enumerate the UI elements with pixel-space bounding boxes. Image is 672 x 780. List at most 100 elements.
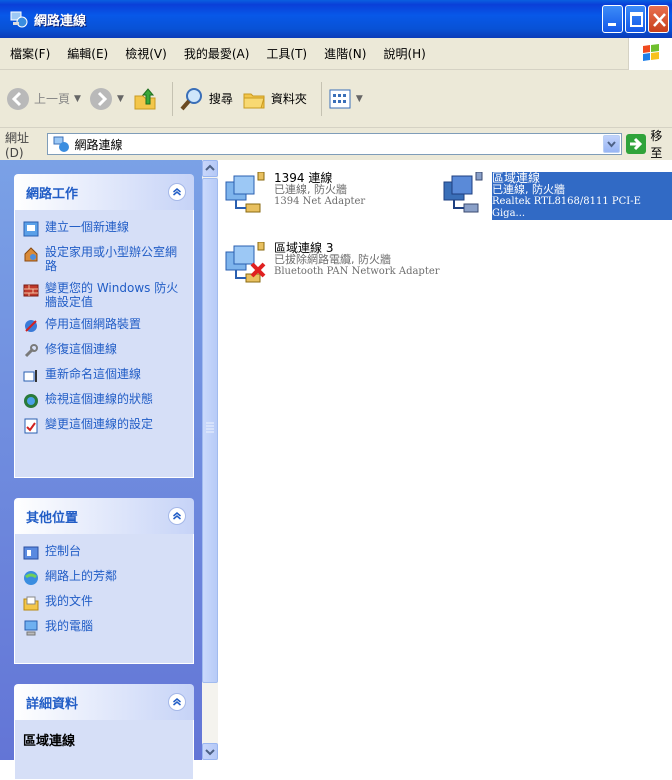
menu-advanced[interactable]: 進階(N): [324, 45, 366, 62]
chevron-down-icon[interactable]: ▼: [117, 94, 124, 104]
maximize-button[interactable]: [625, 5, 646, 33]
task-view-status[interactable]: 檢視這個連線的狀態: [23, 392, 185, 409]
go-arrow-icon: [626, 134, 647, 154]
go-button[interactable]: 移至: [626, 127, 672, 161]
details-header[interactable]: 詳細資料: [14, 684, 194, 720]
task-repair[interactable]: 修復這個連線: [23, 342, 185, 359]
chevron-down-icon[interactable]: ▼: [356, 94, 363, 104]
menu-favorites[interactable]: 我的最愛(A): [184, 45, 250, 62]
my-computer-icon: [23, 620, 39, 636]
connection-adapter: Bluetooth PAN Network Adapter: [274, 266, 440, 277]
search-icon: [180, 87, 202, 110]
task-label: 變更這個連線的設定: [45, 417, 154, 431]
detail-connection-name: 區域連線: [23, 734, 76, 749]
place-my-documents[interactable]: 我的文件: [23, 594, 185, 611]
up-folder-button[interactable]: [132, 86, 158, 112]
network-tasks-section: 網路工作 建立一個新連線 設定家用或小型辦公室網路 變更您的 Windows 防…: [14, 174, 194, 478]
search-button[interactable]: 搜尋: [179, 86, 233, 112]
network-connections-icon: [53, 136, 70, 152]
place-network-places[interactable]: 網路上的芳鄰: [23, 569, 185, 586]
connection-item-1394[interactable]: 1394 連線 已連線, 防火牆 1394 Net Adapter: [222, 171, 365, 216]
place-my-computer[interactable]: 我的電腦: [23, 619, 185, 636]
place-label: 網路上的芳鄰: [45, 569, 118, 583]
place-label: 控制台: [45, 544, 82, 558]
scroll-up-button[interactable]: [202, 160, 218, 177]
connection-item-lan[interactable]: 區域連線 已連線, 防火牆 Realtek RTL8168/8111 PCI-E…: [440, 171, 672, 220]
scroll-thumb[interactable]: [202, 178, 218, 683]
new-connection-icon: [23, 221, 39, 237]
address-dropdown-button[interactable]: [603, 135, 621, 153]
menu-view[interactable]: 檢視(V): [125, 45, 167, 62]
place-control-panel[interactable]: 控制台: [23, 544, 185, 561]
search-label: 搜尋: [208, 92, 233, 106]
go-label: 移至: [650, 129, 663, 160]
connection-adapter: 1394 Net Adapter: [274, 196, 366, 207]
connection-adapter: Realtek RTL8168/8111 PCI-E Giga...: [492, 196, 641, 219]
views-icon: [329, 89, 351, 108]
connection-item-lan-3[interactable]: 區域連線 3 已拔除網路電纜, 防火牆 Bluetooth PAN Networ…: [222, 241, 440, 286]
address-label: 網址(D): [5, 130, 30, 160]
toolbar: 上一頁 ▼ ▼ 搜尋 資料夾 ▼: [0, 70, 672, 128]
network-connection-disconnected-icon: [222, 241, 272, 286]
folders-button[interactable]: 資料夾: [241, 86, 307, 112]
collapse-chevron-icon[interactable]: [168, 693, 186, 711]
menu-help[interactable]: 說明(H): [383, 45, 425, 62]
menu-tools[interactable]: 工具(T): [266, 45, 307, 62]
section-title: 網路工作: [26, 186, 79, 202]
back-arrow-icon: [7, 87, 29, 110]
section-title: 詳細資料: [26, 696, 79, 712]
back-button[interactable]: 上一頁 ▼: [6, 87, 81, 111]
forward-arrow-icon: [89, 87, 112, 110]
task-new-connection[interactable]: 建立一個新連線: [23, 220, 185, 237]
repair-icon: [23, 343, 39, 359]
details-body: 區域連線: [14, 720, 194, 780]
scroll-down-button[interactable]: [202, 743, 218, 760]
menu-bar: 檔案(F) 編輯(E) 檢視(V) 我的最愛(A) 工具(T) 進階(N) 說明…: [0, 38, 672, 70]
section-title: 其他位置: [26, 510, 79, 526]
toolbar-separator: [171, 81, 173, 116]
connections-view: 1394 連線 已連線, 防火牆 1394 Net Adapter 區域連線 已…: [218, 160, 672, 760]
close-button[interactable]: [648, 5, 669, 33]
task-firewall[interactable]: 變更您的 Windows 防火牆設定值: [23, 281, 185, 309]
folders-icon: [243, 93, 265, 108]
network-connection-icon: [222, 171, 272, 216]
task-rename[interactable]: 重新命名這個連線: [23, 367, 185, 384]
connection-details: 區域連線 3 已拔除網路電纜, 防火牆 Bluetooth PAN Networ…: [274, 242, 440, 278]
menu-file[interactable]: 檔案(F): [10, 45, 50, 62]
connection-details: 區域連線 已連線, 防火牆 Realtek RTL8168/8111 PCI-E…: [492, 172, 672, 220]
task-label: 停用這個網路裝置: [45, 317, 142, 331]
connection-details: 1394 連線 已連線, 防火牆 1394 Net Adapter: [274, 172, 365, 208]
rename-icon: [23, 368, 39, 384]
address-value: 網路連線: [74, 137, 123, 152]
task-change-settings[interactable]: 變更這個連線的設定: [23, 417, 185, 434]
address-input[interactable]: 網路連線: [47, 133, 623, 155]
toolbar-separator: [320, 81, 322, 116]
task-home-network[interactable]: 設定家用或小型辦公室網路: [23, 245, 185, 273]
vertical-scrollbar[interactable]: [202, 160, 218, 760]
collapse-chevron-icon[interactable]: [168, 183, 186, 201]
views-button[interactable]: ▼: [328, 87, 363, 111]
minimize-button[interactable]: [602, 5, 623, 33]
task-label: 修復這個連線: [45, 342, 118, 356]
chevron-down-icon[interactable]: ▼: [74, 94, 81, 104]
title-bar: 網路連線: [0, 0, 672, 38]
my-documents-icon: [23, 595, 39, 611]
connection-status: 已連線, 防火牆: [274, 183, 347, 196]
details-section: 詳細資料 區域連線: [14, 684, 194, 780]
back-label: 上一頁: [34, 92, 71, 106]
task-disable-device[interactable]: 停用這個網路裝置: [23, 317, 185, 334]
other-places-header[interactable]: 其他位置: [14, 498, 194, 534]
other-places-section: 其他位置 控制台 網路上的芳鄰 我的文件 我的電腦: [14, 498, 194, 664]
task-pane: 網路工作 建立一個新連線 設定家用或小型辦公室網路 變更您的 Windows 防…: [0, 160, 202, 780]
task-label: 設定家用或小型辦公室網路: [45, 245, 178, 273]
menu-edit[interactable]: 編輯(E): [67, 45, 108, 62]
collapse-chevron-icon[interactable]: [168, 507, 186, 525]
task-label: 建立一個新連線: [45, 220, 130, 234]
settings-icon: [23, 418, 39, 434]
status-icon: [23, 393, 39, 409]
task-label: 重新命名這個連線: [45, 367, 142, 381]
network-connections-icon[interactable]: [8, 9, 28, 29]
forward-button[interactable]: ▼: [89, 87, 124, 111]
firewall-icon: [23, 282, 39, 298]
network-tasks-header[interactable]: 網路工作: [14, 174, 194, 210]
